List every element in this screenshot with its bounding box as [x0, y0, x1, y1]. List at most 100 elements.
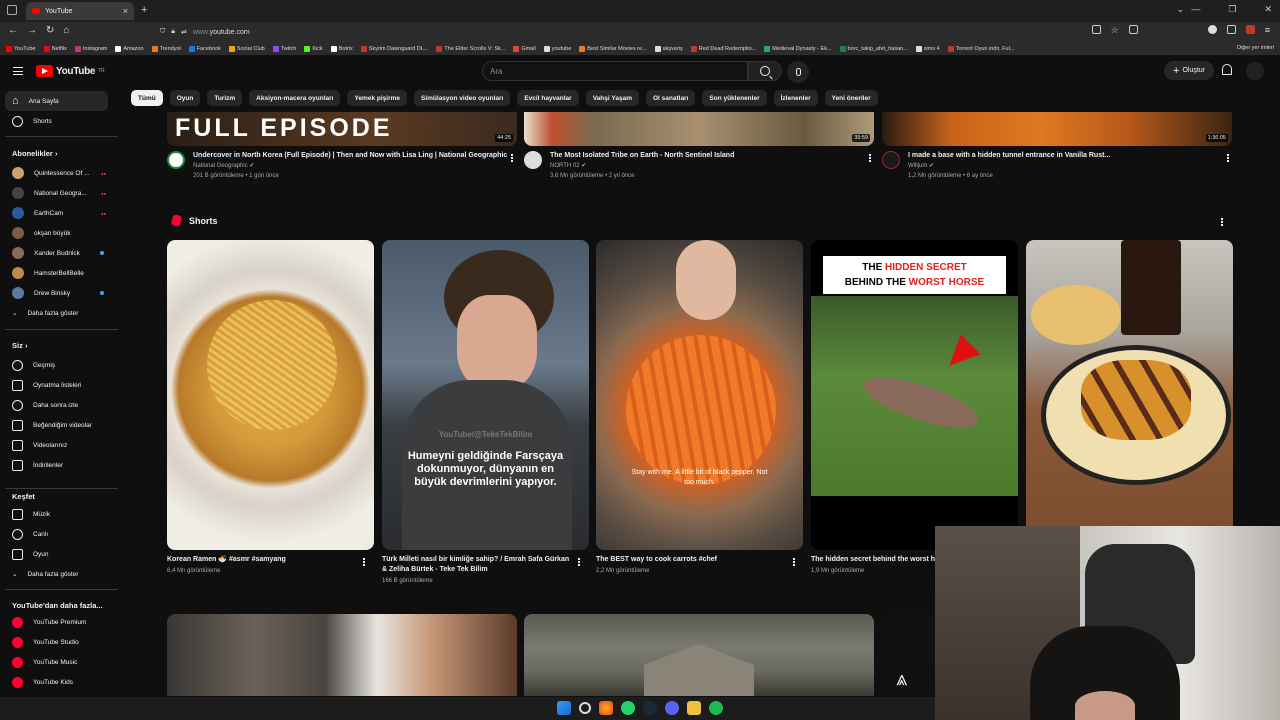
- bookmark-item[interactable]: Kick: [304, 45, 323, 52]
- voice-search-button[interactable]: [787, 61, 809, 83]
- short-thumbnail[interactable]: [1026, 240, 1233, 550]
- tab-list-chevron-icon[interactable]: ⌄: [1176, 4, 1184, 15]
- sidebar-item-youtube-product[interactable]: YouTube Premium: [5, 612, 108, 632]
- short-options-icon[interactable]: [363, 558, 365, 566]
- video-thumbnail[interactable]: FULL EPISODE 44:25: [167, 112, 517, 146]
- firefox-icon[interactable]: [599, 701, 613, 715]
- bookmark-item[interactable]: borc_takip_afet_hasan...: [839, 45, 908, 52]
- video-thumbnail[interactable]: [167, 614, 517, 696]
- sidebar-item-youtube-product[interactable]: YouTube Music: [5, 652, 108, 672]
- video-options-icon[interactable]: [511, 154, 513, 162]
- sidebar-item-clock[interactable]: Daha sonra izle: [5, 395, 108, 415]
- tab-overview-icon[interactable]: [7, 5, 17, 15]
- maximize-icon[interactable]: ❐: [1228, 4, 1236, 15]
- bookmark-item[interactable]: YouTube: [6, 45, 36, 52]
- chip-10[interactable]: İzlenenler: [773, 90, 818, 106]
- bookmark-item[interactable]: Medieval Dynasty - Ek...: [764, 45, 832, 52]
- video-title[interactable]: I made a base with a hidden tunnel entra…: [908, 151, 1110, 161]
- spotify-icon[interactable]: [709, 701, 723, 715]
- sidebar-item-gamepad[interactable]: Oyun: [5, 544, 108, 564]
- short-options-icon[interactable]: [793, 558, 795, 566]
- channel-name[interactable]: National Geographic ✔︎: [193, 161, 507, 171]
- browser-tab-youtube[interactable]: YouTube ×: [26, 2, 134, 20]
- bookmark-star-icon[interactable]: ☆: [1111, 25, 1119, 36]
- sidebar-subscription[interactable]: National Geogra... ●●: [5, 183, 108, 203]
- bookmark-item[interactable]: Best Similar Movies re...: [579, 45, 647, 52]
- sidebar-item-playlist[interactable]: Oynatma listeleri: [5, 375, 108, 395]
- youtube-logo[interactable]: YouTube TR: [36, 65, 105, 77]
- shorts-shelf-options-icon[interactable]: [1221, 218, 1223, 226]
- sidebar-subscription[interactable]: Xander Budnick: [5, 243, 108, 263]
- bookmark-item[interactable]: Skyrim Dawnguard DL...: [360, 45, 428, 52]
- short-title[interactable]: Korean Ramen 🍜 #asmr #samyang: [167, 555, 357, 565]
- sidebar-item-play[interactable]: Videolarınız: [5, 435, 108, 455]
- screenshot-icon[interactable]: [1128, 25, 1138, 34]
- steam-icon[interactable]: [643, 701, 657, 715]
- channel-name[interactable]: NORTH 02 ✔︎: [550, 161, 734, 171]
- bookmark-item[interactable]: Gmail: [513, 45, 536, 52]
- short-thumbnail[interactable]: Stay with me. A little bit of black pepp…: [596, 240, 803, 550]
- bookmark-item[interactable]: Social Club: [228, 45, 265, 52]
- video-title[interactable]: Undercover in North Korea (Full Episode)…: [193, 151, 507, 161]
- shield-icon[interactable]: ⛉: [160, 28, 165, 36]
- reader-view-icon[interactable]: [1091, 25, 1101, 34]
- file-explorer-icon[interactable]: [687, 701, 701, 715]
- start-menu-icon[interactable]: [557, 701, 571, 715]
- video-thumbnail[interactable]: ⩓: [882, 614, 935, 696]
- extension-badge-icon[interactable]: [1245, 25, 1255, 34]
- search-button[interactable]: [748, 61, 782, 81]
- video-options-icon[interactable]: [1227, 154, 1229, 162]
- other-bookmarks[interactable]: Diğer yer imleri: [1237, 45, 1274, 51]
- chip-4[interactable]: Yemek pişirme: [347, 90, 407, 106]
- chip-6[interactable]: Evcil hayvanlar: [517, 90, 579, 106]
- user-avatar[interactable]: [1246, 62, 1264, 80]
- short-thumbnail[interactable]: YouTube/@TekeTekBilim Humeyni geldiğinde…: [382, 240, 589, 550]
- bookmark-item[interactable]: Torrent Oyun indir, Ful...: [947, 45, 1014, 52]
- new-tab-icon[interactable]: +: [141, 4, 147, 16]
- bookmark-item[interactable]: Trendyol: [151, 45, 181, 52]
- channel-avatar[interactable]: [167, 151, 185, 169]
- create-button[interactable]: + Oluştur: [1164, 61, 1214, 80]
- sidebar-subscription[interactable]: EarthCam ●●: [5, 203, 108, 223]
- minimize-icon[interactable]: —: [1191, 4, 1200, 15]
- video-thumbnail[interactable]: [524, 614, 874, 696]
- sidebar-item-live[interactable]: Canlı: [5, 524, 108, 544]
- bookmark-item[interactable]: Instagram: [74, 45, 107, 52]
- video-title[interactable]: The Most Isolated Tribe on Earth - North…: [550, 151, 734, 161]
- video-thumbnail[interactable]: 39:59: [524, 112, 874, 146]
- page-info-icon[interactable]: ⇌: [181, 28, 187, 36]
- chip-9[interactable]: Son yüklenenler: [702, 90, 767, 106]
- short-thumbnail[interactable]: [167, 240, 374, 550]
- search-input[interactable]: Ara: [482, 61, 748, 81]
- sidebar-subscription[interactable]: okşan büyük: [5, 223, 108, 243]
- chip-8[interactable]: Ol sanatları: [645, 90, 696, 106]
- address-bar[interactable]: ⛉ 🔒︎ ⇌ www.youtube.com: [160, 25, 1160, 39]
- sidebar-subscription[interactable]: Drew Binsky: [5, 283, 108, 303]
- short-title[interactable]: The hidden secret behind the worst horse…: [811, 555, 935, 565]
- bookmark-item[interactable]: akşveriş: [654, 45, 683, 52]
- bookmark-item[interactable]: Amazon: [115, 45, 144, 52]
- back-icon[interactable]: ←: [8, 25, 18, 36]
- sidebar-item-history[interactable]: Geçmiş: [5, 355, 108, 375]
- chip-2[interactable]: Turizm: [207, 90, 243, 106]
- sidebar-show-more-subscriptions[interactable]: ⌄ Daha fazla göster: [5, 303, 108, 323]
- close-tab-icon[interactable]: ×: [123, 6, 128, 16]
- bookmark-item[interactable]: youtube: [543, 45, 571, 52]
- bookmark-item[interactable]: Twitch: [272, 45, 296, 52]
- video-thumbnail[interactable]: 1:36:05: [882, 112, 1232, 146]
- chip-5[interactable]: Simülasyon video oyunları: [414, 90, 511, 106]
- sidebar-item-youtube-product[interactable]: YouTube Kids: [5, 672, 108, 692]
- account-icon[interactable]: [1207, 25, 1217, 34]
- chip-1[interactable]: Oyun: [169, 90, 201, 106]
- url-text[interactable]: www.youtube.com: [193, 29, 250, 36]
- short-options-icon[interactable]: [578, 558, 580, 566]
- chip-7[interactable]: Vahşi Yaşam: [585, 90, 639, 106]
- chip-0[interactable]: Tümü: [131, 90, 163, 106]
- bookmark-item[interactable]: Facebook: [188, 45, 221, 52]
- hamburger-menu-icon[interactable]: [13, 67, 23, 75]
- bookmark-item[interactable]: Botrix: [330, 45, 353, 52]
- chip-11[interactable]: Yeni öneriler: [824, 90, 878, 106]
- search-taskbar-icon[interactable]: [579, 702, 591, 714]
- sidebar-item-music[interactable]: Müzik: [5, 504, 108, 524]
- sidebar-subscription[interactable]: Quintessence Of ... ●●: [5, 163, 108, 183]
